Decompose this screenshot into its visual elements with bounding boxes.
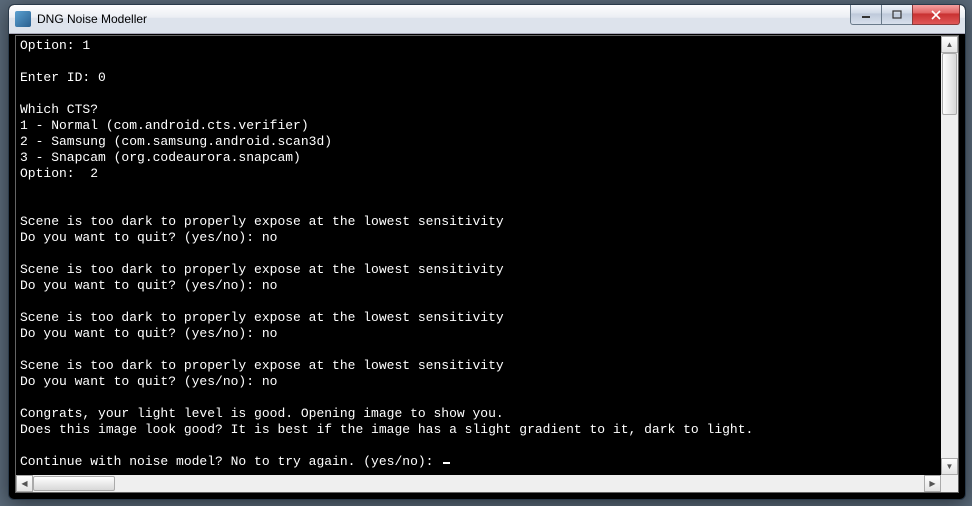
- window-controls: [851, 5, 965, 33]
- chevron-right-icon: ▶: [929, 479, 935, 488]
- maximize-button[interactable]: [881, 5, 913, 25]
- cursor: [443, 462, 450, 464]
- scroll-left-button[interactable]: ◀: [16, 475, 33, 492]
- horizontal-scroll-track[interactable]: [33, 475, 924, 492]
- chevron-down-icon: ▼: [946, 462, 954, 471]
- minimize-icon: [861, 10, 871, 20]
- close-icon: [930, 10, 942, 20]
- scroll-down-button[interactable]: ▼: [941, 458, 958, 475]
- minimize-button[interactable]: [850, 5, 882, 25]
- console-output[interactable]: Option: 1 Enter ID: 0 Which CTS? 1 - Nor…: [16, 36, 941, 475]
- vertical-scroll-thumb[interactable]: [942, 53, 957, 115]
- app-window: DNG Noise Modeller Option: 1 Enter ID: 0…: [8, 4, 966, 500]
- vertical-scrollbar[interactable]: ▲ ▼: [941, 36, 958, 475]
- vertical-scroll-track[interactable]: [941, 53, 958, 458]
- app-icon: [15, 11, 31, 27]
- client-area: Option: 1 Enter ID: 0 Which CTS? 1 - Nor…: [15, 35, 959, 493]
- scroll-up-button[interactable]: ▲: [941, 36, 958, 53]
- maximize-icon: [892, 10, 902, 20]
- chevron-left-icon: ◀: [21, 479, 27, 488]
- chevron-up-icon: ▲: [946, 40, 954, 49]
- scroll-right-button[interactable]: ▶: [924, 475, 941, 492]
- close-button[interactable]: [912, 5, 960, 25]
- horizontal-scroll-thumb[interactable]: [33, 476, 115, 491]
- window-title: DNG Noise Modeller: [37, 12, 851, 26]
- titlebar[interactable]: DNG Noise Modeller: [9, 5, 965, 34]
- horizontal-scrollbar[interactable]: ◀ ▶: [16, 475, 941, 492]
- scroll-corner: [941, 475, 958, 492]
